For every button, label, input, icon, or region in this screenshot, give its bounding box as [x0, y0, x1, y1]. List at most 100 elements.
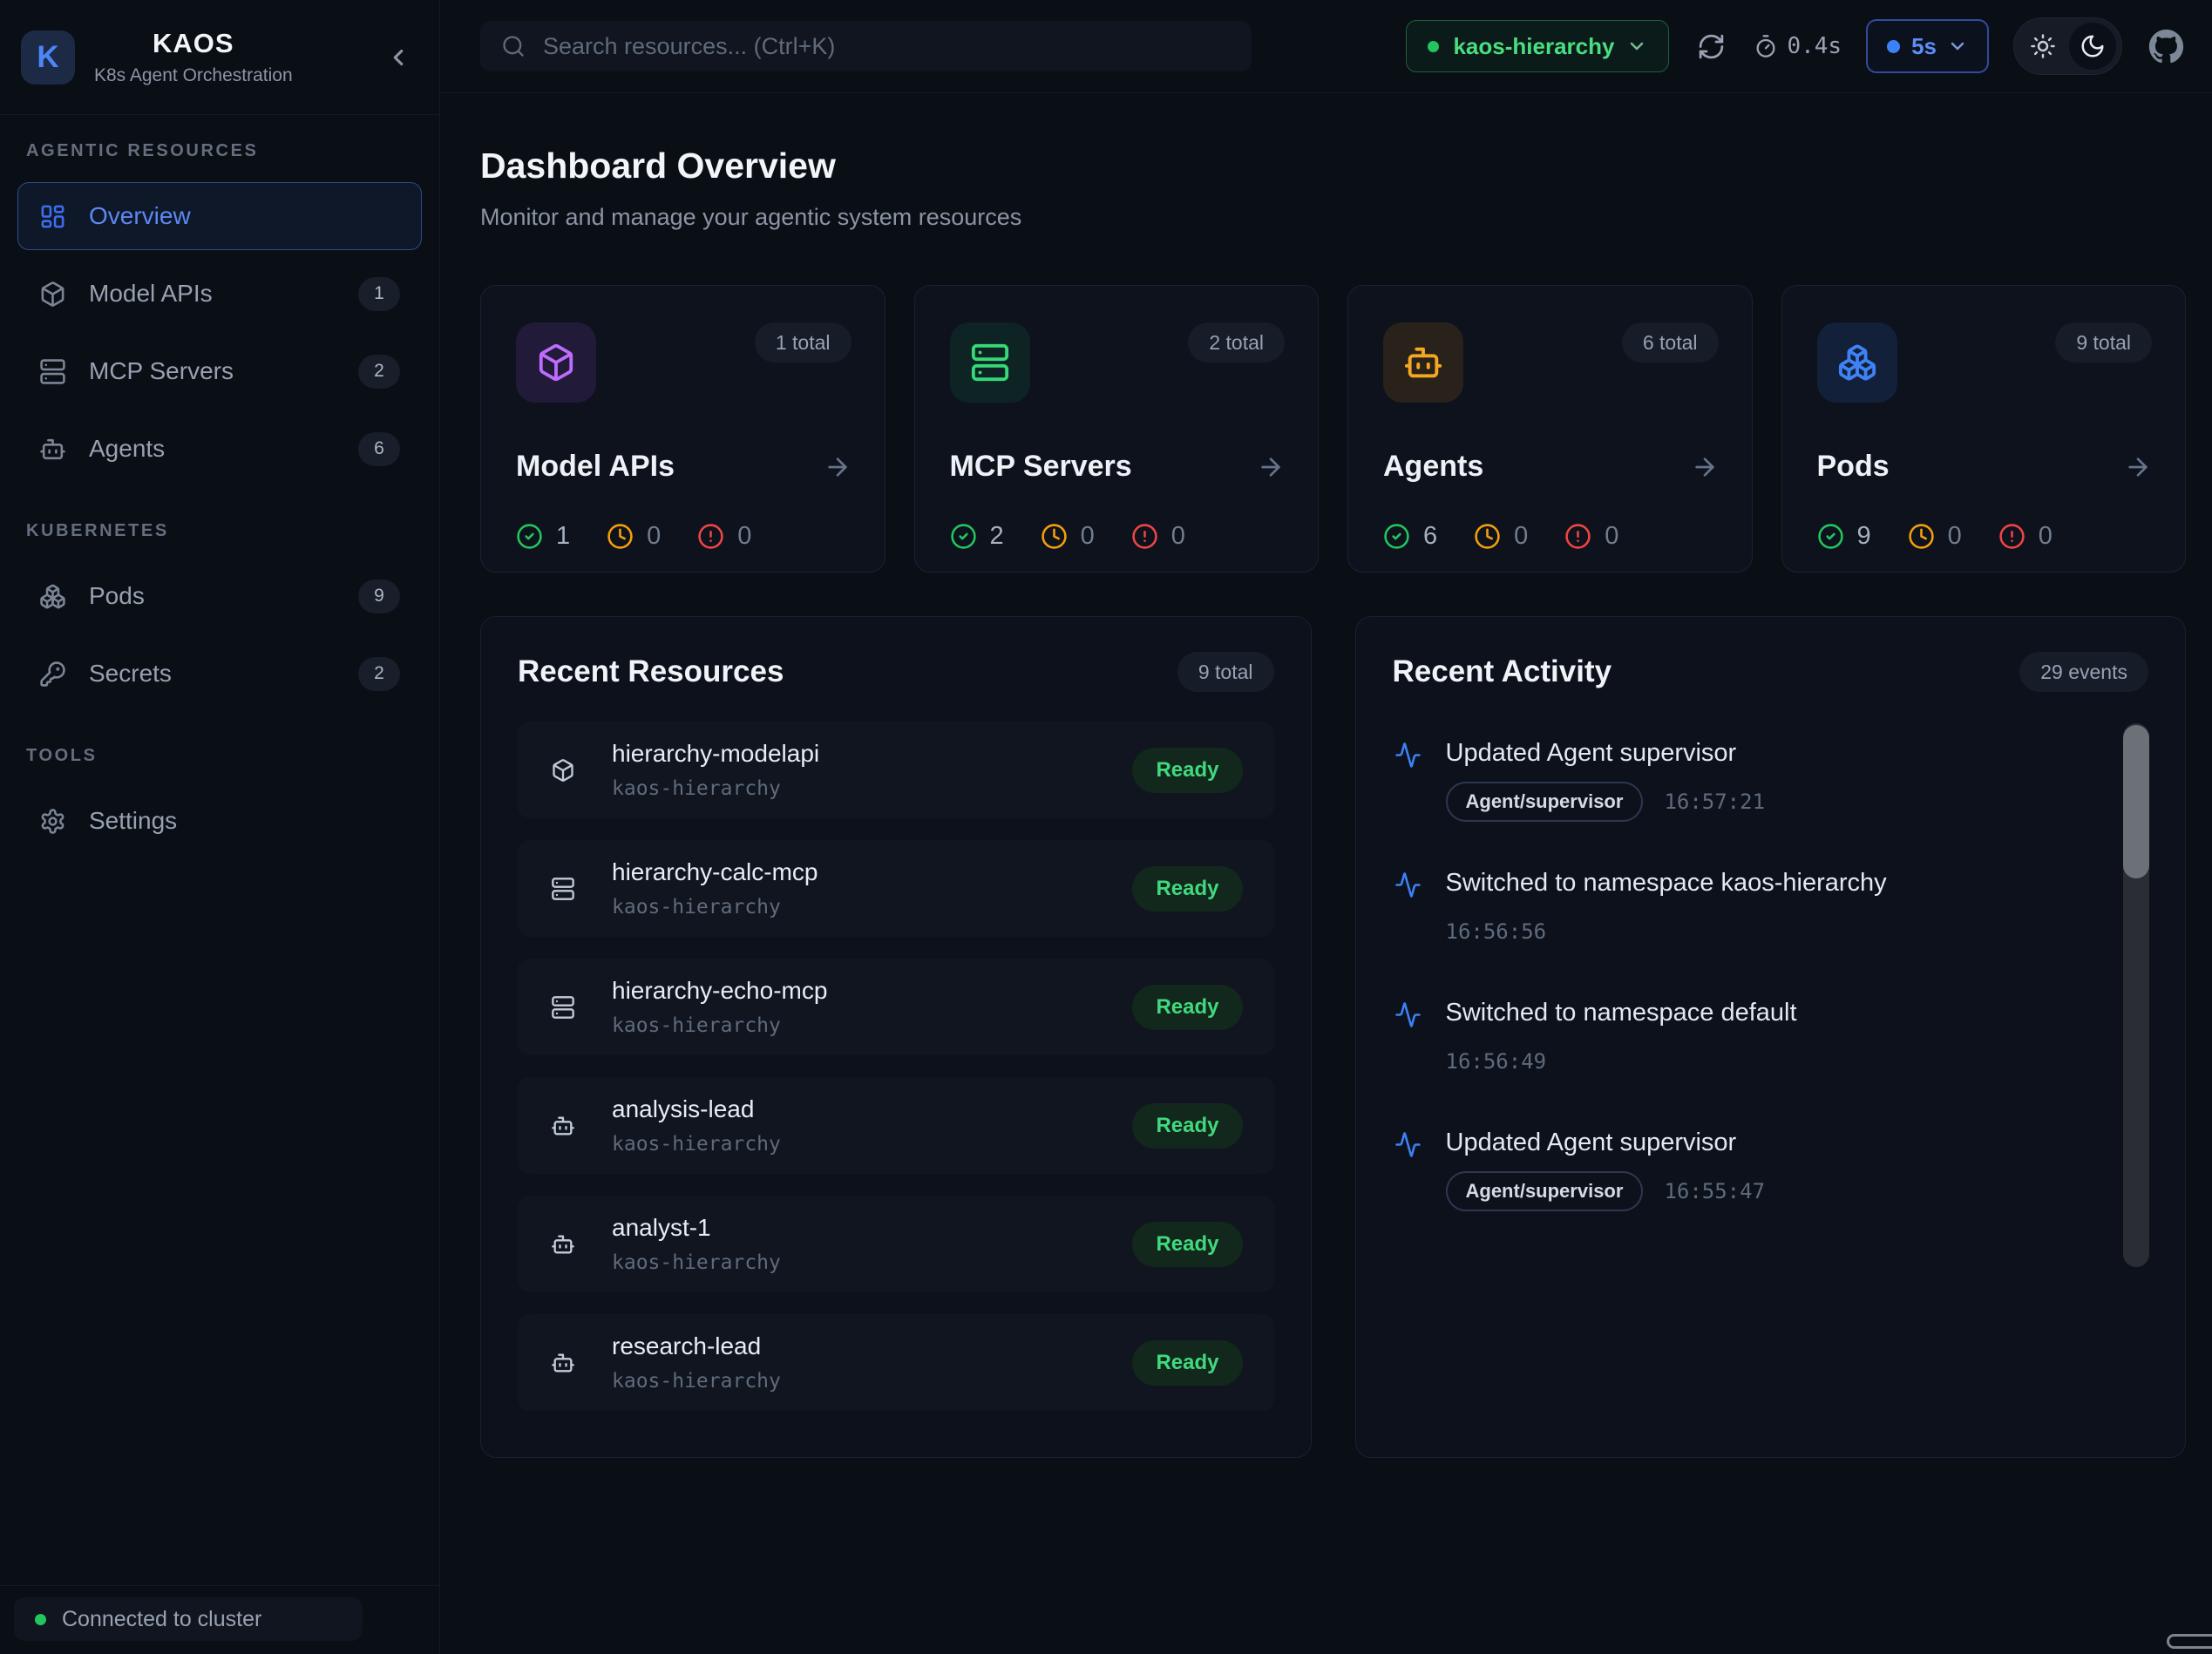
refresh-interval-selector[interactable]: 5s	[1866, 19, 1989, 73]
activity-item: Switched to namespace kaos-hierarchy 16:…	[1394, 867, 2080, 952]
activity-icon	[1394, 1001, 1422, 1028]
clock-icon	[607, 523, 634, 550]
dashboard-grid-icon	[39, 203, 66, 230]
sidebar-item-pods[interactable]: Pods 9	[17, 562, 422, 630]
resource-row[interactable]: analysis-lead kaos-hierarchy Ready	[518, 1077, 1274, 1174]
sidebar-item-model-apis[interactable]: Model APIs 1	[17, 260, 422, 328]
search-bar[interactable]	[480, 21, 1252, 71]
resource-namespace: kaos-hierarchy	[612, 1370, 781, 1393]
server-icon	[551, 877, 575, 901]
stat-card-pods[interactable]: 9 total Pods 9 0 0	[1781, 285, 2187, 573]
activity-text: Switched to namespace default	[1446, 997, 1797, 1028]
pending-count: 0	[1474, 522, 1528, 551]
resource-namespace: kaos-hierarchy	[612, 777, 819, 800]
activity-icon	[1394, 871, 1422, 898]
gear-icon	[39, 808, 66, 835]
events-badge: 29 events	[2019, 652, 2148, 692]
status-badge: Ready	[1132, 748, 1242, 793]
sidebar-item-agents[interactable]: Agents 6	[17, 415, 422, 483]
sidebar-item-mcp-servers[interactable]: MCP Servers 2	[17, 337, 422, 405]
status-badge: Ready	[1132, 1340, 1242, 1386]
panel-title: Recent Resources	[518, 654, 784, 689]
card-title: Pods	[1817, 450, 1890, 484]
sidebar-footer: Connected to cluster	[0, 1585, 439, 1654]
topbar: kaos-hierarchy 0.4s 5s	[440, 0, 2212, 93]
stat-card-model-apis[interactable]: 1 total Model APIs 1 0 0	[480, 285, 885, 573]
activity-item: Switched to namespace default 16:56:49	[1394, 997, 2080, 1081]
activity-icon	[1394, 1131, 1422, 1158]
arrow-right-icon	[1257, 453, 1285, 481]
resource-row[interactable]: research-lead kaos-hierarchy Ready	[518, 1314, 1274, 1411]
activity-scrollbar-track[interactable]	[2123, 723, 2149, 1267]
activity-text: Switched to namespace kaos-hierarchy	[1446, 867, 1887, 898]
failed-count: 0	[697, 522, 751, 551]
light-theme-button[interactable]	[2019, 23, 2066, 70]
namespace-selector[interactable]: kaos-hierarchy	[1406, 20, 1669, 72]
github-icon	[2148, 29, 2184, 64]
app-subtitle: K8s Agent Orchestration	[94, 65, 293, 86]
failed-count: 0	[1131, 522, 1185, 551]
activity-time: 16:56:56	[1446, 919, 1547, 944]
cluster-status: Connected to cluster	[14, 1597, 363, 1641]
resource-name: hierarchy-modelapi	[612, 740, 819, 768]
activity-resource-tag: Agent/supervisor	[1446, 782, 1644, 822]
activity-time: 16:55:47	[1664, 1179, 1765, 1203]
sidebar-item-overview[interactable]: Overview	[17, 182, 422, 250]
resource-namespace: kaos-hierarchy	[612, 896, 818, 919]
sidebar-item-label: Secrets	[89, 660, 172, 688]
card-title: Agents	[1383, 450, 1483, 484]
github-link[interactable]	[2147, 27, 2186, 66]
ready-count: 9	[1817, 522, 1871, 551]
activity-scrollbar-thumb[interactable]	[2123, 725, 2149, 878]
count-badge: 1	[358, 277, 400, 311]
refresh-button[interactable]	[1693, 29, 1729, 64]
resource-name: analyst-1	[612, 1214, 781, 1242]
resource-row[interactable]: hierarchy-echo-mcp kaos-hierarchy Ready	[518, 959, 1274, 1055]
activity-text: Updated Agent supervisor	[1446, 737, 1766, 769]
sidebar-item-label: Model APIs	[89, 280, 213, 308]
sidebar-header: K KAOS K8s Agent Orchestration	[0, 0, 439, 115]
nav-section-agentic-resources: AGENTIC RESOURCES	[26, 141, 413, 161]
horizontal-scrollbar[interactable]	[2167, 1634, 2212, 1649]
activity-text: Updated Agent supervisor	[1446, 1127, 1766, 1158]
activity-time: 16:57:21	[1664, 790, 1765, 814]
sidebar-item-secrets[interactable]: Secrets 2	[17, 640, 422, 708]
sidebar-collapse-button[interactable]	[380, 39, 417, 76]
resource-row[interactable]: analyst-1 kaos-hierarchy Ready	[518, 1196, 1274, 1292]
total-badge: 9 total	[1177, 652, 1274, 692]
check-circle-icon	[516, 523, 543, 550]
activity-list: Updated Agent supervisor Agent/superviso…	[1393, 722, 2149, 1251]
alert-circle-icon	[1131, 523, 1158, 550]
recent-activity-panel: Recent Activity 29 events Updated Agent …	[1355, 616, 2187, 1458]
app-root: K KAOS K8s Agent Orchestration AGENTIC R…	[0, 0, 2212, 1654]
stat-card-agents[interactable]: 6 total Agents 6 0 0	[1347, 285, 1753, 573]
server-icon	[551, 995, 575, 1020]
total-badge: 2 total	[1188, 322, 1285, 363]
dark-theme-button[interactable]	[2069, 23, 2116, 70]
resource-row[interactable]: hierarchy-modelapi kaos-hierarchy Ready	[518, 722, 1274, 818]
sidebar-item-label: Settings	[89, 807, 177, 835]
total-badge: 6 total	[1622, 322, 1719, 363]
failed-count: 0	[1998, 522, 2053, 551]
page-title: Dashboard Overview	[480, 146, 2186, 186]
resource-name: hierarchy-calc-mcp	[612, 858, 818, 886]
nav-section-kubernetes: KUBERNETES	[26, 521, 413, 541]
sidebar-item-label: Agents	[89, 435, 165, 463]
bot-icon	[39, 436, 66, 463]
main-column: kaos-hierarchy 0.4s 5s	[440, 0, 2212, 1654]
status-badge: Ready	[1132, 866, 1242, 912]
sidebar-item-settings[interactable]: Settings	[17, 787, 422, 855]
status-badge: Ready	[1132, 1222, 1242, 1267]
resource-row[interactable]: hierarchy-calc-mcp kaos-hierarchy Ready	[518, 840, 1274, 937]
clock-icon	[1908, 523, 1935, 550]
count-badge: 2	[358, 657, 400, 691]
search-input[interactable]	[541, 32, 1231, 61]
activity-item: Updated Agent supervisor Agent/superviso…	[1394, 737, 2080, 822]
namespace-status-dot-icon	[1428, 41, 1439, 52]
stat-card-mcp-servers[interactable]: 2 total MCP Servers 2 0 0	[914, 285, 1320, 573]
app-name: KAOS	[94, 28, 293, 59]
interval-value: 5s	[1911, 33, 1937, 60]
alert-circle-icon	[1564, 523, 1591, 550]
sidebar-nav: AGENTIC RESOURCES Overview Model APIs 1 …	[0, 115, 439, 1585]
pending-count: 0	[1908, 522, 1962, 551]
